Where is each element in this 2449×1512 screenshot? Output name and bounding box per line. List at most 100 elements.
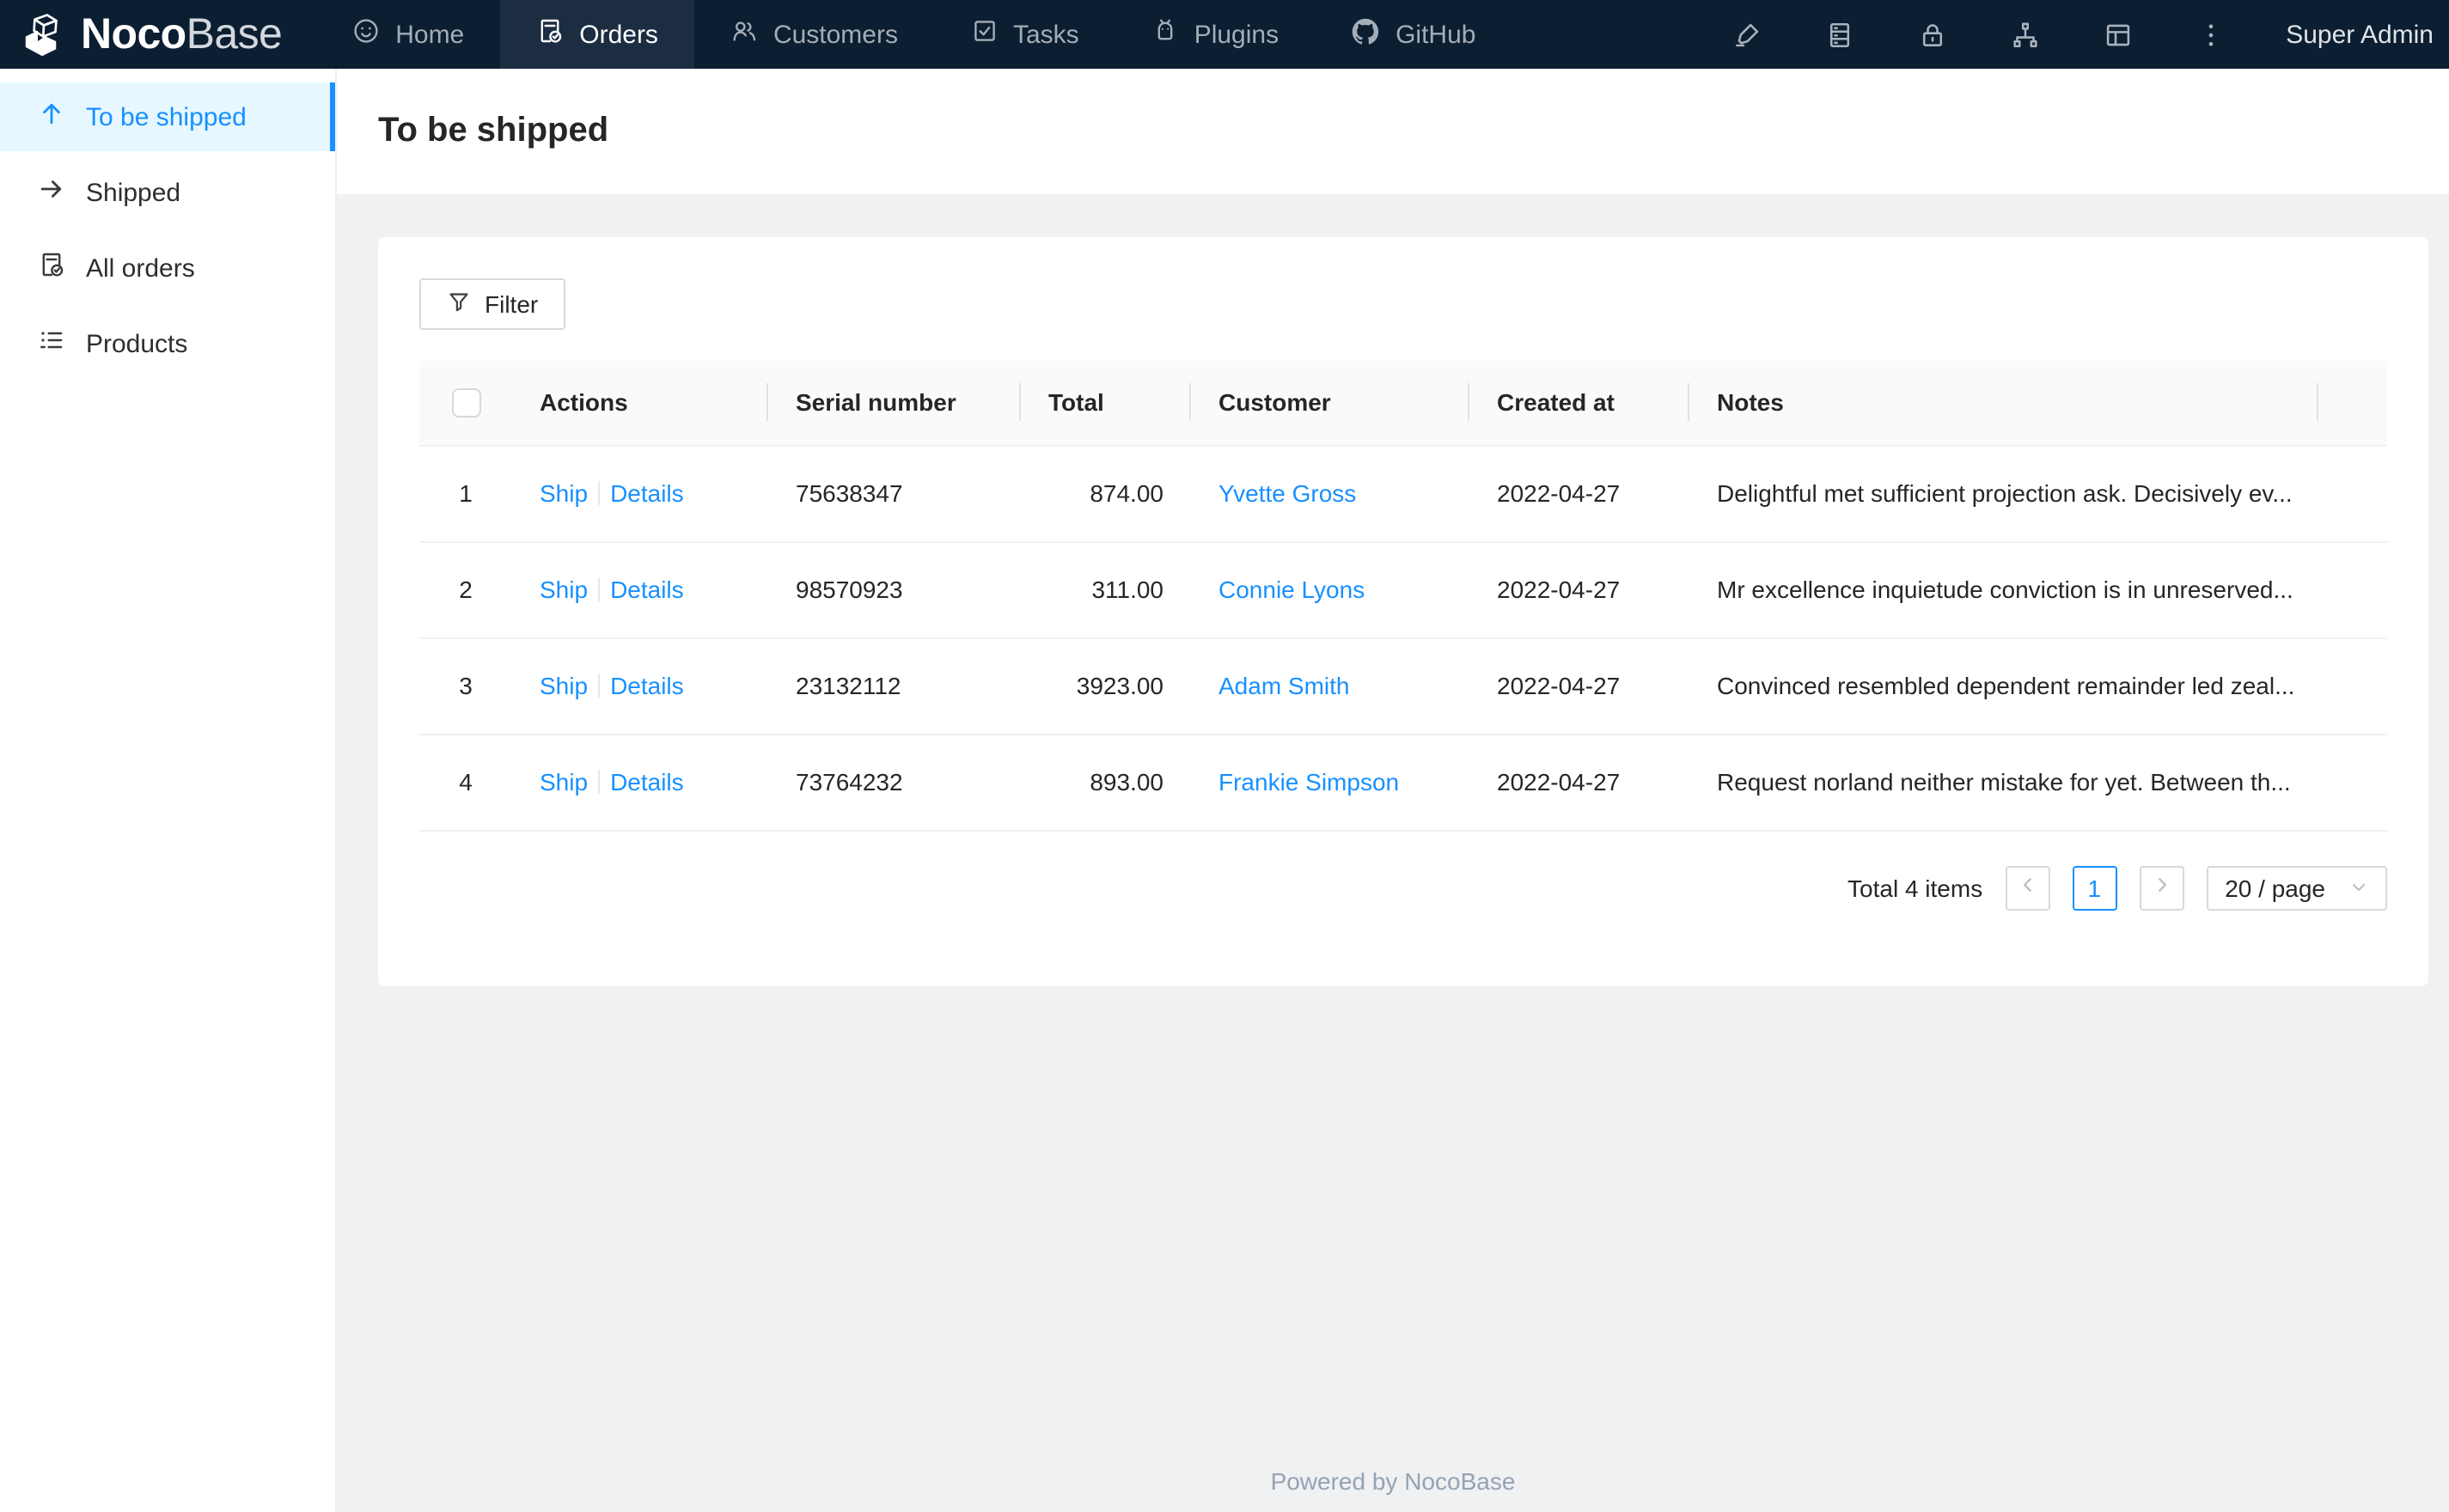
action-divider <box>598 577 601 601</box>
filter-funnel-icon <box>447 290 471 319</box>
content-area: Filter Actions Serial number Total Custo… <box>337 194 2449 1512</box>
notes-cell: Delightful met sufficient projection ask… <box>1689 445 2318 542</box>
sidebar-item-to-be-shipped[interactable]: To be shipped <box>0 82 335 151</box>
total-cell: 893.00 <box>1021 734 1191 831</box>
total-cell: 3923.00 <box>1021 637 1191 735</box>
pagination: Total 4 items 1 20 / page <box>419 865 2387 910</box>
page-title: To be shipped <box>378 112 609 149</box>
powered-by-footer: Powered by NocoBase <box>1270 1467 1516 1495</box>
ship-link[interactable]: Ship <box>540 672 588 699</box>
details-link[interactable]: Details <box>610 479 684 507</box>
nav-menu: Home Orders Customers Tasks Plugins GitH… <box>316 0 1512 69</box>
sidebar-item-all-orders[interactable]: All orders <box>0 234 335 302</box>
action-divider <box>598 481 601 505</box>
page-header: To be shipped <box>337 69 2449 194</box>
col-header-actions: Actions <box>512 361 768 446</box>
filter-button[interactable]: Filter <box>419 278 566 330</box>
created-at-cell: 2022-04-27 <box>1469 445 1689 542</box>
github-icon <box>1351 16 1380 52</box>
table-row: 2 Ship Details 98570923 311.00 Connie Lyo… <box>419 541 2387 638</box>
customer-link[interactable]: Connie Lyons <box>1218 576 1365 603</box>
pagination-page-1[interactable]: 1 <box>2072 865 2117 910</box>
col-header-filler <box>2318 361 2387 446</box>
layout-icon[interactable] <box>2071 0 2164 69</box>
nav-item-customers[interactable]: Customers <box>694 0 934 69</box>
table-row: 4 Ship Details 73764232 893.00 Frankie Si… <box>419 734 2387 831</box>
more-vertical-icon[interactable] <box>2164 0 2257 69</box>
logo-text: NocoBase <box>81 9 283 58</box>
col-header-serial-number: Serial number <box>768 361 1021 446</box>
highlight-icon[interactable] <box>1700 0 1792 69</box>
select-all-checkbox[interactable] <box>451 388 480 418</box>
action-divider <box>598 674 601 698</box>
created-at-cell: 2022-04-27 <box>1469 637 1689 735</box>
pagination-next-button[interactable] <box>2139 865 2184 910</box>
nav-logo[interactable]: NocoBase <box>0 0 283 69</box>
col-header-customer: Customer <box>1191 361 1469 446</box>
main-area: To be shipped Filter Actions Serial numb… <box>337 69 2449 1512</box>
nav-actions: Super Admin <box>1700 0 2449 69</box>
row-index: 4 <box>419 734 512 831</box>
check-square-icon <box>970 17 998 52</box>
pagination-total: Total 4 items <box>1847 874 1983 901</box>
row-index: 2 <box>419 541 512 638</box>
customer-link[interactable]: Adam Smith <box>1218 672 1350 699</box>
page-size-select[interactable]: 20 / page <box>2206 865 2387 910</box>
ship-link[interactable]: Ship <box>540 479 588 507</box>
notes-cell: Request norland neither mistake for yet.… <box>1689 734 2318 831</box>
col-header-notes: Notes <box>1689 361 2318 446</box>
notes-cell: Mr excellence inquietude conviction is i… <box>1689 541 2318 638</box>
sidebar-item-shipped[interactable]: Shipped <box>0 158 335 227</box>
ship-link[interactable]: Ship <box>540 768 588 796</box>
created-at-cell: 2022-04-27 <box>1469 734 1689 831</box>
nav-item-github[interactable]: GitHub <box>1315 0 1512 69</box>
details-link[interactable]: Details <box>610 768 684 796</box>
created-at-cell: 2022-04-27 <box>1469 541 1689 638</box>
row-index: 1 <box>419 445 512 542</box>
total-cell: 874.00 <box>1021 445 1191 542</box>
top-nav: NocoBase Home Orders Customers Tasks Plu… <box>0 0 2449 69</box>
chevron-right-icon <box>2151 872 2171 903</box>
lock-icon[interactable] <box>1885 0 1978 69</box>
customer-link[interactable]: Yvette Gross <box>1218 479 1356 507</box>
customer-link[interactable]: Frankie Simpson <box>1218 768 1399 796</box>
arrow-right-icon <box>38 175 65 210</box>
file-check-icon <box>38 251 65 285</box>
nav-item-home[interactable]: Home <box>316 0 500 69</box>
serial-number-cell: 73764232 <box>768 734 1021 831</box>
chevron-down-icon <box>2349 874 2368 901</box>
col-header-created-at: Created at <box>1469 361 1689 446</box>
layout: To be shipped Shipped All orders Product… <box>0 69 2449 1512</box>
details-link[interactable]: Details <box>610 672 684 699</box>
nav-item-tasks[interactable]: Tasks <box>934 0 1115 69</box>
col-header-total: Total <box>1021 361 1191 446</box>
app-window: NocoBase Home Orders Customers Tasks Plu… <box>0 0 2449 1512</box>
smile-icon <box>352 17 380 52</box>
pagination-prev-button[interactable] <box>2005 865 2050 910</box>
row-index: 3 <box>419 637 512 735</box>
cube-logo-icon <box>21 11 67 58</box>
ship-link[interactable]: Ship <box>540 576 588 603</box>
action-divider <box>598 770 601 794</box>
nav-item-orders[interactable]: Orders <box>500 0 694 69</box>
notes-cell: Convinced resembled dependent remainder … <box>1689 637 2318 735</box>
orders-card: Filter Actions Serial number Total Custo… <box>378 237 2428 985</box>
orders-table: Actions Serial number Total Customer Cre… <box>419 361 2387 831</box>
nav-item-plugins[interactable]: Plugins <box>1115 0 1315 69</box>
serial-number-cell: 75638347 <box>768 445 1021 542</box>
total-cell: 311.00 <box>1021 541 1191 638</box>
sidebar: To be shipped Shipped All orders Product… <box>0 69 337 1512</box>
table-row: 1 Ship Details 75638347 874.00 Yvette Gro… <box>419 445 2387 542</box>
details-link[interactable]: Details <box>610 576 684 603</box>
apartment-icon[interactable] <box>1978 0 2071 69</box>
database-icon[interactable] <box>1792 0 1885 69</box>
table-header-row: Actions Serial number Total Customer Cre… <box>419 361 2387 446</box>
serial-number-cell: 98570923 <box>768 541 1021 638</box>
team-icon <box>730 17 758 52</box>
sidebar-item-products[interactable]: Products <box>0 309 335 378</box>
table-row: 3 Ship Details 23132112 3923.00 Adam Smit… <box>419 637 2387 735</box>
file-check-icon <box>536 17 564 52</box>
android-icon <box>1151 17 1179 52</box>
unordered-list-icon <box>38 326 65 361</box>
user-menu[interactable]: Super Admin <box>2286 20 2434 49</box>
